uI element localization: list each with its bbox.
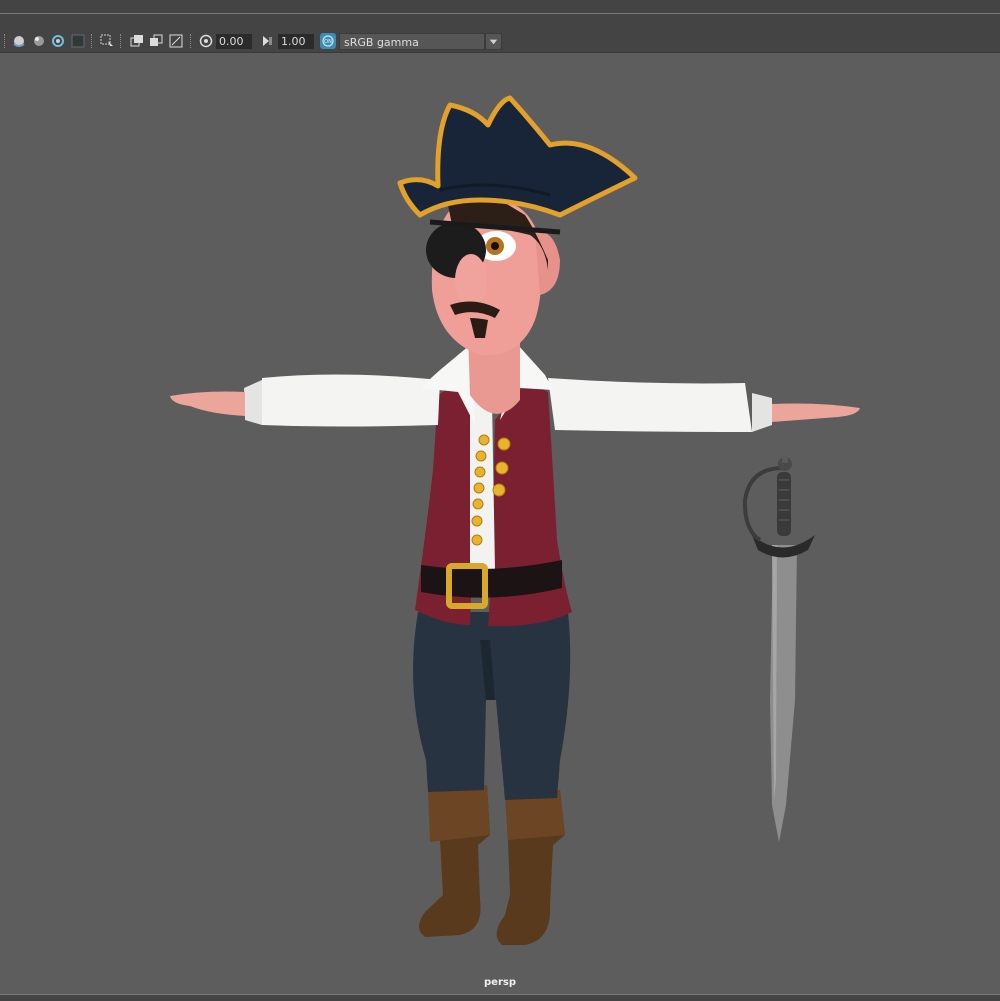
pirate-character-model[interactable]: [0, 53, 1000, 994]
camera-label: persp: [484, 977, 516, 988]
viewport-toolbar: 0.00 1.00 ON sRGB gamma: [0, 30, 1000, 53]
select-camera-icon[interactable]: [99, 33, 115, 49]
svg-text:ON: ON: [324, 39, 332, 45]
gamma-icon[interactable]: [259, 33, 275, 49]
boots: [419, 785, 565, 945]
isolate-select-icon[interactable]: [50, 33, 66, 49]
cutlass-sword[interactable]: [742, 455, 815, 842]
exposure-icon[interactable]: [198, 33, 214, 49]
gamma-field[interactable]: 1.00: [278, 34, 314, 49]
toolbar-separator: [190, 34, 193, 48]
toolbar-separator: [4, 34, 7, 48]
xray-icon[interactable]: [70, 33, 86, 49]
tricorn-hat: [397, 95, 638, 218]
dropdown-arrow-icon[interactable]: [485, 33, 502, 50]
3d-viewport[interactable]: [0, 53, 1000, 994]
shelf-area: [0, 14, 1000, 30]
shading-sphere-icon[interactable]: [11, 33, 27, 49]
menu-bar: [0, 0, 1000, 14]
toolbar-separator: [120, 34, 123, 48]
exposure-field[interactable]: 0.00: [216, 34, 252, 49]
grid-icon[interactable]: [129, 33, 145, 49]
toolbar-separator: [91, 34, 94, 48]
lighting-sphere-icon[interactable]: [31, 33, 47, 49]
color-space-dropdown[interactable]: sRGB gamma: [339, 33, 485, 50]
trousers: [413, 612, 571, 800]
film-gate-icon[interactable]: [168, 33, 184, 49]
color-management-icon[interactable]: ON: [320, 33, 336, 49]
resolution-gate-icon[interactable]: [148, 33, 164, 49]
